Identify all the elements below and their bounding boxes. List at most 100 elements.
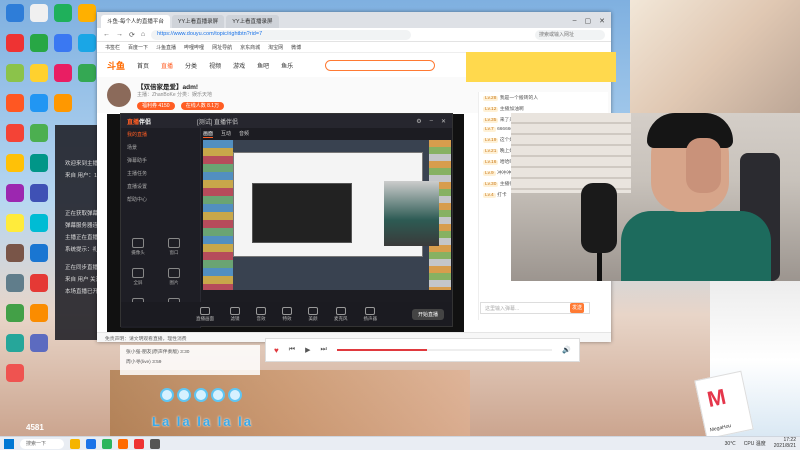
app-icon[interactable] [30,4,48,22]
app-icon[interactable] [6,364,24,382]
nav-games[interactable]: 游戏 [233,61,245,70]
cpu-temp[interactable]: CPU 温度 [744,440,766,447]
bookmark-item[interactable]: 淘宝网 [268,44,283,51]
stream-preview[interactable] [203,140,451,290]
app-icon[interactable] [30,184,48,202]
app-icon[interactable] [54,34,72,52]
forward-icon[interactable]: → [116,31,123,38]
previous-icon[interactable]: ⏮ [289,346,295,354]
taskbar-app[interactable] [70,438,80,449]
tab-scene[interactable]: 画面 [203,130,214,138]
sidebar-item[interactable]: 弹幕助手 [121,154,200,167]
app-icon[interactable] [6,214,24,232]
start-live-button[interactable]: 开始直播 [411,309,444,320]
app-icon[interactable] [6,64,24,82]
close-icon[interactable]: ✕ [441,118,446,125]
bookmark-item[interactable]: 京东商城 [240,44,260,51]
taskbar-app[interactable] [150,438,160,449]
app-icon[interactable] [6,4,24,22]
taskbar-app[interactable] [86,438,96,449]
browser-tab[interactable]: 斗鱼-每个人的直播平台 [101,15,170,28]
app-icon[interactable] [78,64,96,82]
tool-camera[interactable]: 摄像头 [127,238,149,256]
maximize-icon[interactable]: ▢ [585,17,592,25]
taskbar-search[interactable]: 搜索一下 [20,438,64,449]
app-icon[interactable] [30,304,48,322]
minimize-icon[interactable]: – [573,17,577,25]
list-item[interactable]: 周小寻(live) 3:59 [126,358,254,368]
toolbar-scene[interactable]: 直播画面 [196,306,214,322]
app-icon[interactable] [6,124,24,142]
nav-home[interactable]: 首页 [137,61,149,70]
toolbar-effects[interactable]: 音效 [256,306,266,322]
tool-fullscreen[interactable]: 全屏 [127,268,149,286]
app-icon[interactable] [6,304,24,322]
sidebar-item[interactable]: 我的直播 [121,128,200,141]
app-icon[interactable] [30,124,48,142]
minimize-icon[interactable]: – [430,118,433,125]
tool-image[interactable]: 图片 [163,268,185,286]
taskbar-app[interactable] [134,438,144,449]
app-icon[interactable] [30,94,48,112]
app-icon[interactable] [6,184,24,202]
send-button[interactable]: 发送 [570,303,584,313]
next-icon[interactable]: ⏭ [320,346,326,354]
sidebar-item[interactable]: 主播任务 [121,167,200,180]
toolbar-speaker[interactable]: 扬声器 [364,306,377,322]
bookmark-item[interactable]: 百度一下 [128,44,148,51]
avatar[interactable] [107,83,131,107]
bookmark-item[interactable]: 哔哩哔哩 [184,44,204,51]
weather[interactable]: 30℃ [725,441,736,447]
app-icon[interactable] [30,154,48,172]
app-icon[interactable] [6,274,24,292]
clock[interactable]: 17:22 2021/8/21 [774,437,796,449]
app-icon[interactable] [6,334,24,352]
toolbar-mic[interactable]: 麦克风 [334,306,348,322]
tab-interact[interactable]: 互动 [221,130,231,138]
bookmark-item[interactable]: 微博 [291,44,301,51]
list-item[interactable]: 张小强-朋友(原声伴奏版) 3:30 [126,348,254,358]
sidebar-item[interactable]: 直播设置 [121,180,200,193]
app-icon[interactable] [6,94,24,112]
browser-search-input[interactable]: 搜索或输入网址 [535,29,605,40]
url-input[interactable]: https://www.douyu.com/topic/rightbtn?rid… [151,29,412,40]
app-icon[interactable] [30,64,48,82]
playback-progress[interactable] [336,349,553,351]
close-icon[interactable]: ✕ [599,17,605,25]
app-icon[interactable] [6,154,24,172]
app-icon[interactable] [6,244,24,262]
play-icon[interactable]: ▶ [305,346,310,354]
site-logo[interactable]: 斗鱼 [107,59,125,72]
app-icon[interactable] [54,94,72,112]
taskbar-app[interactable] [118,438,128,449]
browser-tab[interactable]: YY上看直播录屏 [226,15,279,28]
start-button[interactable] [4,438,14,449]
app-icon[interactable] [30,214,48,232]
toolbar-special[interactable]: 特效 [282,306,292,322]
heart-icon[interactable]: ♥ [274,346,279,355]
home-icon[interactable]: ⌂ [141,31,145,38]
toolbar-beauty[interactable]: 美颜 [308,306,318,322]
nav-yule[interactable]: 鱼乐 [281,61,293,70]
nav-yuba[interactable]: 鱼吧 [257,61,269,70]
taskbar-app[interactable] [102,438,112,449]
bookmark-item[interactable]: 斗鱼直播 [156,44,176,51]
tool-window[interactable]: 窗口 [163,238,185,256]
nav-category[interactable]: 分类 [185,61,197,70]
sidebar-item[interactable]: 帮助中心 [121,193,200,206]
browser-tab[interactable]: YY上看直播录屏 [171,15,225,28]
promo-banner[interactable] [466,52,616,82]
reload-icon[interactable]: ⟳ [129,31,135,39]
tab-audio[interactable]: 音频 [239,130,249,138]
bookmark-item[interactable]: 书签栏 [105,44,120,51]
toolbar-filter[interactable]: 滤镜 [230,306,240,322]
app-icon[interactable] [54,64,72,82]
app-icon[interactable] [6,34,24,52]
app-icon[interactable] [30,334,48,352]
bookmark-item[interactable]: 网址导航 [212,44,232,51]
app-icon[interactable] [30,244,48,262]
site-search-input[interactable] [325,59,436,71]
nav-live[interactable]: 直播 [161,61,173,70]
app-icon[interactable] [78,34,96,52]
app-icon[interactable] [30,274,48,292]
